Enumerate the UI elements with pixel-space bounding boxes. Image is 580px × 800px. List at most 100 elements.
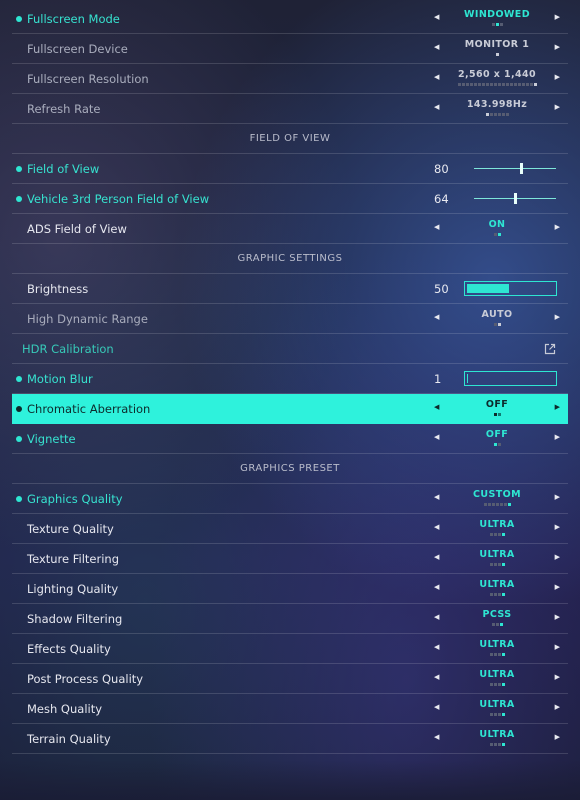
option-pip <box>497 113 501 116</box>
setting-row-graphics-quality[interactable]: Graphics Quality ◀ CUSTOM ▶ <box>12 484 568 514</box>
option-selector[interactable]: ◀ ULTRA ▶ <box>432 724 562 754</box>
arrow-right-icon[interactable]: ▶ <box>555 553 560 561</box>
arrow-right-icon[interactable]: ▶ <box>555 43 560 51</box>
option-selector[interactable]: ◀ CUSTOM ▶ <box>432 484 562 514</box>
slider-thumb[interactable] <box>514 193 517 204</box>
option-selector[interactable]: ◀ ULTRA ▶ <box>432 694 562 724</box>
option-pip <box>497 593 501 596</box>
arrow-right-icon[interactable]: ▶ <box>555 403 560 411</box>
setting-row-ads-fov[interactable]: ADS Field of View ◀ ON ▶ <box>12 214 568 244</box>
arrow-right-icon[interactable]: ▶ <box>555 523 560 531</box>
bottom-fade <box>0 760 580 800</box>
option-pip <box>489 533 493 536</box>
arrow-right-icon[interactable]: ▶ <box>555 703 560 711</box>
external-link-icon[interactable] <box>544 343 556 355</box>
setting-row-fullscreen-resolution[interactable]: Fullscreen Resolution ◀ 2,560 x 1,440 ▶ <box>12 64 568 94</box>
option-pip <box>497 743 501 746</box>
option-pips <box>432 53 562 57</box>
motion-blur-bar[interactable] <box>464 371 557 386</box>
option-selector[interactable]: ◀ AUTO ▶ <box>432 304 562 334</box>
setting-row-refresh-rate[interactable]: Refresh Rate ◀ 143.998Hz ▶ <box>12 94 568 124</box>
option-pip <box>497 533 501 536</box>
option-pip <box>501 533 505 536</box>
setting-row-chromatic-aberration[interactable]: Chromatic Aberration ◀ OFF ▶ <box>12 394 568 424</box>
setting-label: Fullscreen Resolution <box>27 72 149 86</box>
option-selector[interactable]: ◀ ULTRA ▶ <box>432 574 562 604</box>
option-selector[interactable]: ◀ ON ▶ <box>432 214 562 244</box>
option-selector[interactable]: ◀ ULTRA ▶ <box>432 514 562 544</box>
fov-slider[interactable] <box>474 163 556 174</box>
setting-value: 80 <box>434 162 449 176</box>
arrow-right-icon[interactable]: ▶ <box>555 103 560 111</box>
option-pip <box>497 653 501 656</box>
option-pip <box>493 113 497 116</box>
bar-fill <box>467 374 468 383</box>
setting-row-fullscreen-mode[interactable]: Fullscreen Mode ◀ WINDOWED ▶ <box>12 4 568 34</box>
setting-row-vignette[interactable]: Vignette ◀ OFF ▶ <box>12 424 568 454</box>
setting-row-mesh-quality[interactable]: Mesh Quality ◀ ULTRA ▶ <box>12 694 568 724</box>
option-pips <box>432 413 562 417</box>
option-pip <box>493 653 497 656</box>
slider-thumb[interactable] <box>519 163 523 174</box>
display-section: Fullscreen Mode ◀ WINDOWED ▶ Fullscreen Devi… <box>12 4 568 124</box>
option-selector[interactable]: ◀ ULTRA ▶ <box>432 664 562 694</box>
setting-row-shadow-filtering[interactable]: Shadow Filtering ◀ PCSS ▶ <box>12 604 568 634</box>
setting-row-texture-quality[interactable]: Texture Quality ◀ ULTRA ▶ <box>12 514 568 544</box>
option-selector[interactable]: ◀ OFF ▶ <box>432 394 562 424</box>
option-selector[interactable]: ◀ OFF ▶ <box>432 424 562 454</box>
option-selector[interactable]: ◀ 143.998Hz ▶ <box>432 94 562 124</box>
modified-indicator <box>16 406 22 412</box>
setting-row-post-process-quality[interactable]: Post Process Quality ◀ ULTRA ▶ <box>12 664 568 694</box>
option-selector[interactable]: ◀ 2,560 x 1,440 ▶ <box>432 64 562 94</box>
option-pips <box>432 593 562 597</box>
arrow-right-icon[interactable]: ▶ <box>555 613 560 621</box>
option-pip <box>489 683 493 686</box>
setting-label: Effects Quality <box>27 642 111 656</box>
arrow-right-icon[interactable]: ▶ <box>555 643 560 651</box>
setting-row-brightness[interactable]: Brightness 50 <box>12 274 568 304</box>
selector-value: 143.998Hz <box>466 99 528 110</box>
arrow-right-icon[interactable]: ▶ <box>555 433 560 441</box>
arrow-right-icon[interactable]: ▶ <box>555 583 560 591</box>
option-pip <box>513 83 517 86</box>
selector-value: PCSS <box>482 609 512 620</box>
option-selector[interactable]: ◀ WINDOWED ▶ <box>432 4 562 34</box>
arrow-right-icon[interactable]: ▶ <box>555 733 560 741</box>
setting-row-hdr[interactable]: High Dynamic Range ◀ AUTO ▶ <box>12 304 568 334</box>
selector-value: AUTO <box>481 309 513 320</box>
setting-row-texture-filtering[interactable]: Texture Filtering ◀ ULTRA ▶ <box>12 544 568 574</box>
setting-row-terrain-quality[interactable]: Terrain Quality ◀ ULTRA ▶ <box>12 724 568 754</box>
option-pip <box>501 653 505 656</box>
arrow-right-icon[interactable]: ▶ <box>555 313 560 321</box>
option-pip <box>497 413 501 416</box>
option-pips <box>432 623 562 627</box>
setting-label: Chromatic Aberration <box>27 402 151 416</box>
arrow-right-icon[interactable]: ▶ <box>555 13 560 21</box>
setting-row-fullscreen-device[interactable]: Fullscreen Device ◀ MONITOR 1 ▶ <box>12 34 568 64</box>
option-selector[interactable]: ◀ ULTRA ▶ <box>432 544 562 574</box>
setting-row-lighting-quality[interactable]: Lighting Quality ◀ ULTRA ▶ <box>12 574 568 604</box>
setting-row-motion-blur[interactable]: Motion Blur 1 <box>12 364 568 394</box>
setting-row-field-of-view[interactable]: Field of View 80 <box>12 154 568 184</box>
vehicle-fov-slider[interactable] <box>474 193 556 204</box>
arrow-right-icon[interactable]: ▶ <box>555 673 560 681</box>
option-selector[interactable]: ◀ MONITOR 1 ▶ <box>432 34 562 64</box>
option-pip <box>501 563 505 566</box>
option-pips <box>432 713 562 717</box>
option-pip <box>497 683 501 686</box>
arrow-right-icon[interactable]: ▶ <box>555 73 560 81</box>
option-selector[interactable]: ◀ ULTRA ▶ <box>432 634 562 664</box>
setting-row-vehicle-fov[interactable]: Vehicle 3rd Person Field of View 64 <box>12 184 568 214</box>
arrow-right-icon[interactable]: ▶ <box>555 493 560 501</box>
setting-row-effects-quality[interactable]: Effects Quality ◀ ULTRA ▶ <box>12 634 568 664</box>
option-pip <box>501 683 505 686</box>
setting-row-hdr-calibration[interactable]: HDR Calibration <box>12 334 568 364</box>
arrow-right-icon[interactable]: ▶ <box>555 223 560 231</box>
option-pip <box>505 83 509 86</box>
selector-value: ULTRA <box>479 669 515 680</box>
option-pip <box>481 83 485 86</box>
option-pip <box>491 503 495 506</box>
option-selector[interactable]: ◀ PCSS ▶ <box>432 604 562 634</box>
brightness-bar[interactable] <box>464 281 557 296</box>
option-pip <box>483 503 487 506</box>
